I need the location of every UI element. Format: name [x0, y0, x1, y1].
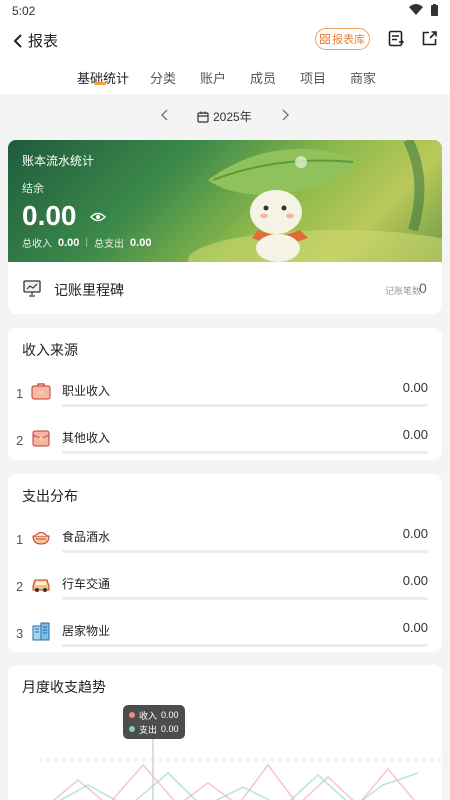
balance-value: 0.00: [22, 200, 77, 231]
list-item[interactable]: 2 其他收入 0.00: [8, 421, 442, 461]
income-legend-dot: [129, 712, 135, 718]
tab-category[interactable]: 分类: [150, 68, 176, 87]
presentation-board-icon: [23, 280, 41, 297]
tooltip-expense-value: 0.00: [161, 724, 179, 734]
income-total-label: 总收入: [22, 239, 52, 250]
status-bar: 5:02: [0, 0, 450, 22]
expense-legend-dot: [129, 726, 135, 732]
summary-banner: 账本流水统计 结余 0.00 总收入 0.00 | 总支出 0.00: [8, 140, 442, 262]
rank-number: 3: [16, 626, 24, 641]
tab-merchant[interactable]: 商家: [350, 68, 376, 87]
entry-count-label: 记账笔数: [385, 286, 422, 296]
category-name: 职业收入: [62, 384, 111, 398]
progress-track: [62, 644, 428, 647]
list-item[interactable]: 1 职业收入 0.00: [8, 374, 442, 414]
year-selector: 2025年: [0, 98, 450, 134]
category-amount: 0.00: [402, 620, 428, 635]
expense-total-value: 0.00: [130, 236, 152, 249]
rank-number: 1: [16, 386, 24, 401]
list-item[interactable]: 2 行车交通 0.00: [8, 567, 442, 607]
category-amount: 0.00: [402, 427, 428, 442]
tab-member[interactable]: 成员: [250, 68, 276, 87]
category-name: 居家物业: [62, 624, 111, 638]
report-library-label: 报表库: [332, 34, 365, 46]
battery-icon: [431, 4, 438, 16]
chevron-right-icon: [282, 109, 289, 121]
share-icon[interactable]: [421, 30, 438, 47]
rank-number: 1: [16, 532, 24, 547]
list-item[interactable]: 1 食品酒水 0.00: [8, 520, 442, 560]
category-amount: 0.00: [402, 573, 428, 588]
export-list-icon[interactable]: [388, 30, 405, 47]
prev-year-button[interactable]: [161, 108, 169, 124]
rank-number: 2: [16, 433, 24, 448]
tab-indicator: [94, 82, 106, 85]
category-amount: 0.00: [402, 526, 428, 541]
divider: |: [85, 237, 89, 248]
category-amount: 0.00: [402, 380, 428, 395]
tab-account[interactable]: 账户: [200, 68, 226, 87]
trend-chart[interactable]: [8, 665, 442, 800]
tooltip-expense-label: 支出: [139, 724, 158, 735]
balance-label: 结余: [22, 183, 44, 195]
entry-count-value: 0: [419, 280, 427, 296]
expense-line: [59, 771, 419, 800]
milestone-row[interactable]: 记账里程碑 记账笔数 0: [8, 262, 442, 314]
report-tabs: 基础统计 分类 账户 成员 项目 商家: [0, 58, 450, 94]
calendar-icon: [197, 111, 209, 123]
income-source-card: 收入来源 1 职业收入 0.00 2 其他收入 0.00: [8, 328, 442, 460]
expense-section-title: 支出分布: [22, 488, 78, 504]
category-name: 食品酒水: [62, 530, 111, 544]
next-year-button[interactable]: [281, 108, 289, 124]
progress-track: [62, 597, 428, 600]
top-bar: 报表 报表库: [0, 22, 450, 58]
expense-distribution-card: 支出分布 1 食品酒水 0.00 2 行车交通 0.00 3 居家物业 0.00: [8, 474, 442, 652]
tab-project[interactable]: 项目: [300, 68, 326, 87]
category-name: 行车交通: [62, 577, 111, 591]
wifi-icon: [409, 4, 423, 15]
year-label[interactable]: 2025年: [197, 108, 252, 125]
year-text: 2025年: [213, 110, 252, 124]
income-section-title: 收入来源: [22, 342, 78, 358]
chart-tooltip: 收入 0.00 支出 0.00: [123, 705, 185, 739]
food-bowl-icon: [32, 532, 50, 545]
monthly-trend-card: 月度收支趋势 收入 0.00 支出 0.00: [8, 665, 442, 800]
progress-track: [62, 404, 428, 407]
red-envelope-icon: [32, 430, 50, 447]
page-title: 报表: [28, 33, 59, 50]
income-line: [52, 763, 415, 800]
tooltip-income-label: 收入: [139, 710, 158, 721]
summary-title: 账本流水统计: [22, 154, 95, 168]
progress-track: [62, 550, 428, 553]
income-total-value: 0.00: [58, 236, 80, 249]
milestone-label: 记账里程碑: [54, 282, 124, 298]
report-library-button[interactable]: 报表库: [315, 28, 370, 50]
building-icon: [32, 622, 50, 641]
category-name: 其他收入: [62, 431, 111, 445]
expense-total-label: 总支出: [94, 239, 125, 250]
progress-track: [62, 451, 428, 454]
rank-number: 2: [16, 579, 24, 594]
car-icon: [32, 579, 50, 592]
status-time: 5:02: [12, 4, 36, 18]
tooltip-income-value: 0.00: [161, 710, 179, 720]
chevron-left-icon: [161, 109, 168, 121]
eye-icon[interactable]: [90, 212, 106, 222]
grid-icon: [320, 34, 330, 44]
list-item[interactable]: 3 居家物业 0.00: [8, 614, 442, 654]
summary-totals: 总收入 0.00 | 总支出 0.00: [22, 235, 152, 251]
briefcase-icon: [31, 383, 51, 400]
back-button[interactable]: 报表: [12, 30, 58, 51]
chevron-left-icon: [13, 33, 22, 48]
